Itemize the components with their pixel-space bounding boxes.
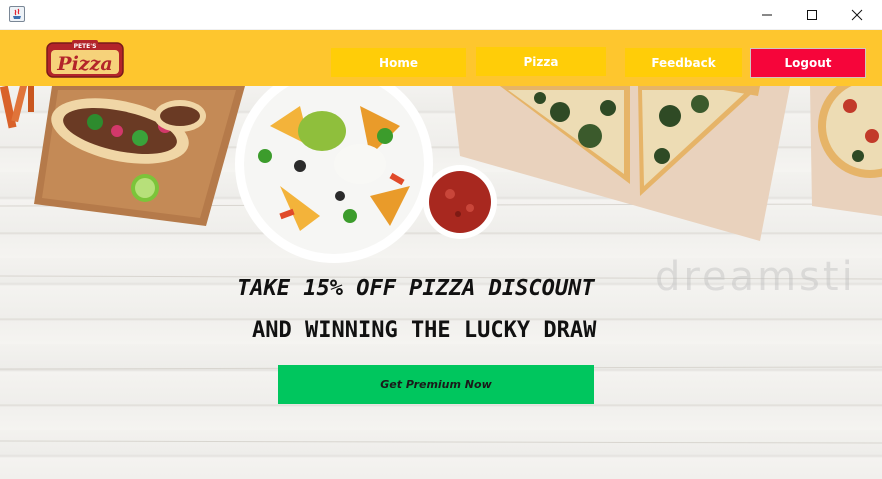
pizza-right-image xyxy=(810,86,882,216)
petes-pizza-logo[interactable]: PETE'S Pizza xyxy=(45,40,125,80)
minimize-icon xyxy=(762,14,772,16)
maximize-button[interactable] xyxy=(789,0,835,30)
salsa-bowl-image xyxy=(423,165,497,239)
nav-home-button[interactable]: Home xyxy=(331,48,466,77)
nav-feedback-button[interactable]: Feedback xyxy=(625,48,742,77)
java-app-icon xyxy=(9,6,25,22)
fries-image xyxy=(0,86,34,129)
hero-banner: dreamsti TAKE 15% OFF PIZZA DISCOUNT AND… xyxy=(0,86,882,479)
nav-pizza-button[interactable]: Pizza xyxy=(476,47,606,76)
stock-watermark: dreamsti xyxy=(655,254,856,300)
nachos-plate-image xyxy=(235,86,433,263)
get-premium-button[interactable]: Get Premium Now xyxy=(278,365,594,404)
promo-headline-line-1: TAKE 15% OFF PIZZA DISCOUNT xyxy=(237,276,595,301)
logo-small-text: PETE'S xyxy=(74,43,97,50)
top-navbar: PETE'S Pizza Home Pizza Feedback Logout xyxy=(0,30,882,86)
minimize-button[interactable] xyxy=(744,0,790,30)
tacos-image xyxy=(34,86,245,226)
logo-main-text: Pizza xyxy=(56,53,112,75)
logout-button[interactable]: Logout xyxy=(750,48,866,78)
close-icon xyxy=(851,9,863,21)
pizza-slices-image xyxy=(452,86,790,241)
promo-headline-line-2: AND WINNING THE LUCKY DRAW xyxy=(252,318,597,343)
window-titlebar xyxy=(0,0,882,30)
close-button[interactable] xyxy=(834,0,880,30)
maximize-icon xyxy=(807,10,817,20)
